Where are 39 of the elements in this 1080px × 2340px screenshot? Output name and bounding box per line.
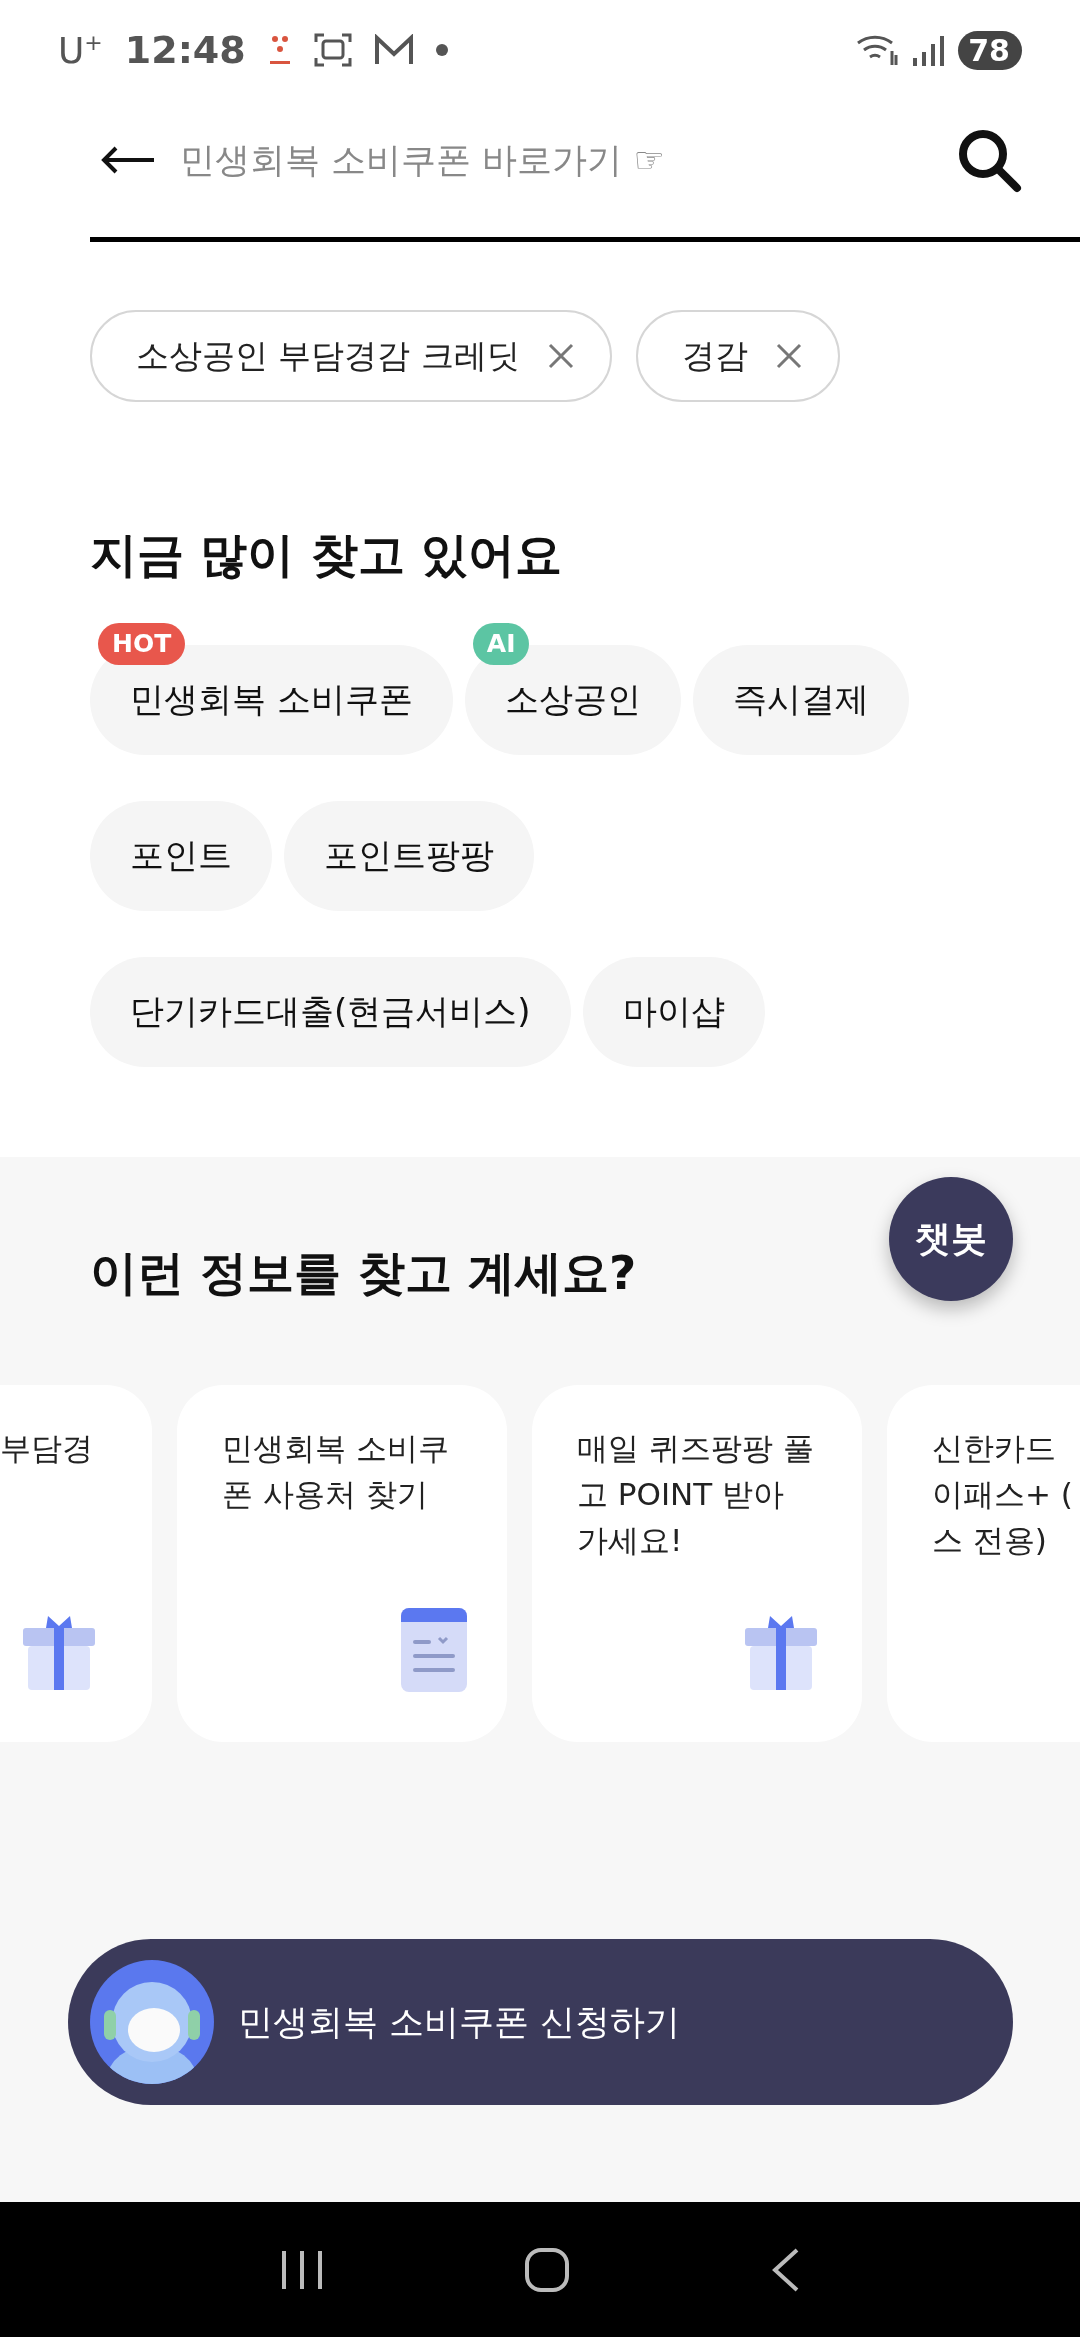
signal-icon xyxy=(912,34,947,66)
keyword-chip[interactable]: 마이샵 xyxy=(582,957,765,1067)
carrier-label: U$^{+}$ xyxy=(58,29,103,71)
suggestion-card[interactable]: 민생회복 소비쿠 폰 사용처 찾기 xyxy=(177,1385,507,1742)
tag-badge: AI xyxy=(472,623,530,665)
card-text: 신한카드 이패스+ ( 스 전용) xyxy=(932,1429,1074,1560)
screenshot-icon xyxy=(313,32,352,68)
close-icon[interactable] xyxy=(548,343,574,369)
keyword-chip[interactable]: 포인트팡팡 xyxy=(284,801,534,911)
wifi-icon xyxy=(856,33,901,67)
section-title: 이런 정보를 찾고 계세요? xyxy=(90,1244,638,1302)
mail-icon xyxy=(373,34,414,66)
apply-banner[interactable]: 민생회복 소비쿠폰 신청하기 xyxy=(68,1939,1013,2105)
back-icon[interactable] xyxy=(770,2246,800,2293)
keyword-chip[interactable]: 단기카드대출(현금서비스) xyxy=(90,957,571,1067)
dot-icon xyxy=(435,44,448,56)
notification-icon xyxy=(267,33,292,67)
recent-search-chip[interactable]: 소상공인 부담경감 크레딧 xyxy=(90,310,612,402)
recent-search-chip[interactable]: 경감 xyxy=(636,310,840,402)
keyword-chip[interactable]: 즉시결제 xyxy=(692,645,909,755)
search-icon[interactable] xyxy=(956,127,1022,193)
search-field[interactable]: 민생회복 소비쿠폰 바로가기 ☞ xyxy=(180,130,932,190)
suggestion-card[interactable]: 매일 퀴즈팡팡 풀 고 POINT 받아 가세요! xyxy=(532,1385,862,1742)
card-text: 민생회복 소비쿠 폰 사용처 찾기 xyxy=(222,1429,450,1514)
home-icon[interactable] xyxy=(524,2246,570,2293)
tag-badge: HOT xyxy=(98,623,186,665)
section-title: 지금 많이 찾고 있어요 xyxy=(90,526,564,584)
close-icon[interactable] xyxy=(776,343,802,369)
clock: 12:48 xyxy=(124,28,246,72)
recent-apps-icon[interactable] xyxy=(280,2248,324,2291)
battery-indicator: 78 xyxy=(958,30,1022,70)
suggestion-card[interactable]: 신한카드 이패스+ ( 스 전용) xyxy=(887,1385,1080,1742)
suggestion-card[interactable]: 부담경 xyxy=(0,1385,152,1742)
card-text: 부담경 xyxy=(0,1429,94,1468)
card-text: 매일 퀴즈팡팡 풀 고 POINT 받아 가세요! xyxy=(577,1429,815,1560)
back-arrow-icon[interactable] xyxy=(100,145,156,175)
keyword-chip[interactable]: 포인트 xyxy=(90,801,272,911)
document-icon xyxy=(401,1608,467,1692)
chatbot-button[interactable]: 챗봇 xyxy=(889,1177,1013,1301)
